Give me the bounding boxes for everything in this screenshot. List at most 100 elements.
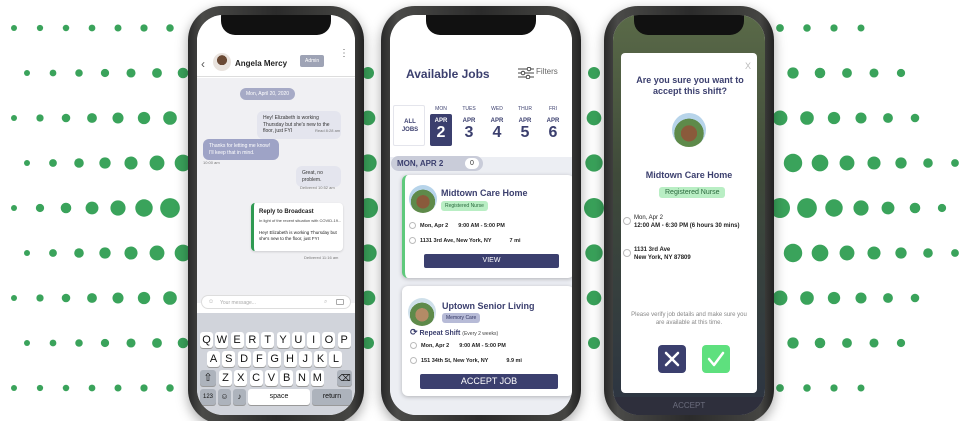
more-vertical-icon[interactable]: ⋮ — [339, 49, 349, 59]
pattern-dot — [783, 153, 803, 173]
message-bubble-incoming[interactable]: Great, no problem. — [296, 166, 341, 187]
pattern-dot — [800, 291, 814, 305]
pattern-dot — [584, 198, 604, 218]
pattern-dot — [49, 159, 57, 167]
pattern-dot — [803, 24, 811, 32]
avatar[interactable] — [213, 53, 231, 71]
message-composer[interactable]: ☺ Your message... ⌕ — [201, 295, 351, 309]
job-card[interactable]: Midtown Care Home Registered Nurse Mon, … — [402, 175, 572, 278]
pattern-dot — [895, 157, 907, 169]
day-of-week: MON — [435, 106, 447, 112]
key[interactable]: M — [310, 370, 324, 386]
pattern-dot — [827, 111, 841, 125]
pattern-dot — [814, 337, 826, 349]
key[interactable]: W — [215, 332, 229, 348]
message-bubble-outgoing[interactable]: Thanks for letting me know! I'll keep th… — [203, 139, 279, 160]
chat-screen: ‹ Angela Mercy Admin ⋮ Mon, April 20, 20… — [197, 15, 355, 415]
pattern-dot — [24, 160, 30, 166]
key[interactable]: Q — [200, 332, 213, 348]
facility-photo — [672, 113, 706, 147]
pattern-dot — [830, 384, 838, 392]
key[interactable]: N — [295, 370, 309, 386]
delete-key[interactable]: ⌫ — [337, 370, 352, 386]
broadcast-reply-card[interactable]: Reply to Broadcast In light of the recen… — [251, 203, 343, 251]
key[interactable]: J — [298, 351, 312, 367]
location-icon — [410, 357, 417, 364]
key[interactable]: O — [322, 332, 336, 348]
pattern-dot — [842, 338, 852, 348]
facility-name[interactable]: Midtown Care Home — [441, 188, 528, 198]
mic-key[interactable]: ♪ — [233, 389, 246, 405]
specialty-badge: Memory Care — [442, 313, 481, 323]
key[interactable]: B — [280, 370, 294, 386]
filters-label[interactable]: Filters — [536, 67, 558, 76]
key[interactable]: Z — [219, 370, 232, 386]
key[interactable]: P — [337, 332, 351, 348]
pattern-dot — [797, 198, 817, 218]
pattern-dot — [62, 24, 70, 32]
emoji-key[interactable]: ☺ — [218, 389, 231, 405]
emoji-icon[interactable]: ☺ — [208, 299, 214, 305]
confirm-button[interactable] — [702, 345, 730, 373]
key[interactable]: R — [245, 332, 259, 348]
key[interactable]: L — [329, 351, 343, 367]
day-tab[interactable]: FRI APR 6 — [542, 105, 564, 146]
pattern-dot — [112, 112, 124, 124]
pattern-dot — [85, 201, 99, 215]
view-button[interactable]: VIEW — [424, 254, 559, 268]
attach-icon[interactable]: ⌕ — [324, 299, 327, 306]
space-key[interactable]: space — [248, 389, 310, 405]
jobs-screen: Available Jobs Filters ALL JOBS MON APR 2 T… — [390, 15, 572, 415]
return-key[interactable]: return — [312, 389, 352, 405]
key[interactable]: V — [264, 370, 278, 386]
pattern-dot — [24, 250, 30, 256]
message-bubble-incoming[interactable]: Hey! Elizabeth is working Thursday but s… — [257, 111, 341, 139]
day-tab[interactable]: WED APR 4 — [486, 105, 508, 146]
key[interactable]: S — [222, 351, 236, 367]
key[interactable]: C — [249, 370, 263, 386]
camera-icon[interactable] — [336, 299, 344, 305]
key[interactable]: K — [314, 351, 328, 367]
pattern-dot — [867, 246, 881, 260]
message-input[interactable]: Your message... — [220, 300, 256, 306]
facility-name[interactable]: Uptown Senior Living — [442, 301, 535, 311]
key[interactable]: E — [230, 332, 244, 348]
key[interactable]: F — [252, 351, 266, 367]
location-icon — [409, 237, 416, 244]
day-tab[interactable]: TUES APR 3 — [458, 105, 480, 146]
pattern-dot — [24, 340, 30, 346]
day-of-week: FRI — [548, 106, 558, 112]
key[interactable]: I — [307, 332, 321, 348]
numbers-key[interactable]: 123 — [200, 389, 216, 405]
pattern-dot — [910, 113, 920, 123]
key[interactable]: G — [268, 351, 282, 367]
day-tab[interactable]: THUR APR 5 — [514, 105, 536, 146]
close-icon[interactable]: X — [745, 61, 751, 71]
pattern-dot — [896, 338, 906, 348]
key[interactable]: H — [283, 351, 297, 367]
job-card[interactable]: Uptown Senior Living Memory Care ⟳ Repea… — [402, 286, 572, 396]
key[interactable]: Y — [276, 332, 290, 348]
shift-key[interactable]: ⇧ — [200, 370, 216, 386]
filter-sliders-icon[interactable] — [518, 66, 534, 80]
location-icon — [623, 249, 631, 257]
contact-name[interactable]: Angela Mercy — [235, 59, 287, 68]
pattern-dot — [11, 25, 17, 31]
key[interactable]: D — [237, 351, 251, 367]
key[interactable]: T — [261, 332, 275, 348]
day-number: 4 — [492, 124, 502, 141]
decline-button[interactable] — [658, 345, 686, 373]
day-box: APR 5 — [514, 114, 536, 146]
back-chevron-icon[interactable]: ‹ — [201, 57, 205, 71]
day-tab[interactable]: MON APR 2 — [430, 105, 452, 146]
key[interactable]: X — [234, 370, 248, 386]
pattern-dot — [149, 245, 165, 261]
pattern-dot — [99, 157, 111, 169]
all-jobs-tab[interactable]: ALL JOBS — [393, 105, 425, 146]
confirm-dialog: X Are you sure you want to accept this s… — [621, 53, 757, 393]
pattern-dot — [36, 384, 44, 392]
key[interactable]: U — [291, 332, 305, 348]
accept-job-button[interactable]: ACCEPT JOB — [420, 374, 558, 389]
key[interactable]: A — [207, 351, 220, 367]
accept-footer-button[interactable]: ACCEPT — [613, 397, 765, 415]
